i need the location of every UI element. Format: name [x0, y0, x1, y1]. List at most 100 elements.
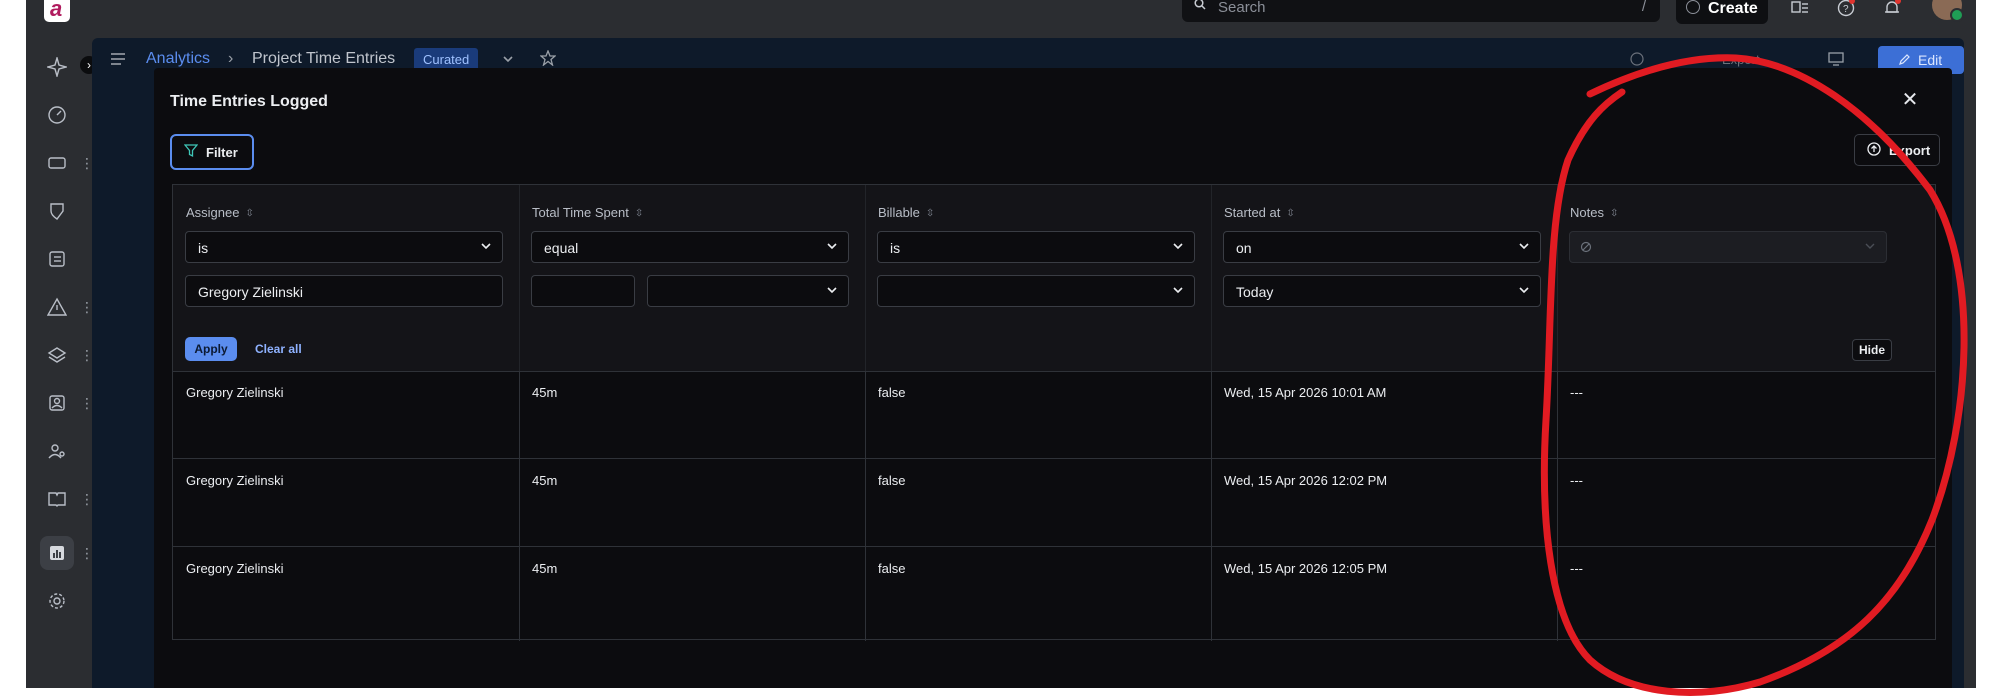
rail-item-menu[interactable]: ⋮	[80, 156, 94, 170]
filter-label: Filter	[206, 145, 238, 160]
menu-icon[interactable]	[110, 52, 126, 66]
cell-assignee: Gregory Zielinski	[186, 561, 284, 576]
column-divider	[865, 185, 866, 371]
cell-started-at: Wed, 15 Apr 2026 10:01 AM	[1224, 385, 1387, 400]
ticket-icon[interactable]	[40, 146, 74, 180]
pencil-icon	[1899, 54, 1910, 65]
column-header-label: Assignee	[186, 205, 240, 220]
cell-billable: false	[878, 561, 906, 576]
sort-icon[interactable]: ⇳	[635, 208, 643, 219]
cell-billable: false	[878, 385, 906, 400]
checklist-icon[interactable]	[40, 242, 74, 276]
sort-icon[interactable]: ⇳	[926, 208, 934, 219]
report-icon[interactable]	[40, 536, 74, 570]
table-row[interactable]: Gregory Zielinski 45m false Wed, 15 Apr …	[173, 547, 1935, 635]
rail-item-menu[interactable]: ⋮	[80, 396, 94, 410]
time-operator-select[interactable]: equal	[531, 231, 849, 263]
page-title: Project Time Entries	[252, 50, 396, 67]
apply-button[interactable]: Apply	[185, 337, 237, 361]
rail-item-menu[interactable]: ⋮	[80, 300, 94, 314]
cell-notes: ---	[1570, 561, 1583, 576]
help-icon[interactable]: ?	[1836, 0, 1856, 18]
export-label: Export	[1889, 143, 1931, 158]
chevron-down-icon	[1173, 287, 1183, 294]
select-value: equal	[544, 240, 579, 256]
table-row[interactable]: Gregory Zielinski 45m false Wed, 15 Apr …	[173, 459, 1935, 547]
rail-item-menu[interactable]: ⋮	[80, 348, 94, 362]
contacts-icon[interactable]	[1790, 0, 1810, 18]
warning-icon[interactable]	[40, 290, 74, 324]
sparkle-icon[interactable]	[40, 50, 74, 84]
create-button[interactable]: Create	[1676, 0, 1768, 24]
assignee-value-input[interactable]: Gregory Zielinski	[185, 275, 503, 307]
select-value: Today	[1236, 284, 1274, 300]
book-icon[interactable]	[40, 482, 74, 516]
star-icon[interactable]	[540, 50, 556, 66]
cell-total-time: 45m	[532, 561, 558, 576]
rail-item-menu[interactable]: ⋮	[80, 546, 94, 560]
rail-item-menu[interactable]: ⋮	[80, 492, 94, 506]
people-icon[interactable]	[40, 434, 74, 468]
cell-assignee: Gregory Zielinski	[186, 473, 284, 488]
cell-total-time: 45m	[532, 473, 558, 488]
settings-icon[interactable]	[40, 584, 74, 618]
time-entries-table: Assignee ⇳ Total Time Spent ⇳ Billable ⇳ St…	[172, 184, 1936, 641]
filter-panel: Assignee ⇳ Total Time Spent ⇳ Billable ⇳ St…	[173, 185, 1935, 372]
create-label: Create	[1708, 0, 1758, 17]
column-header-notes[interactable]: Notes ⇳	[1570, 205, 1618, 220]
page-export-label[interactable]: Export	[1722, 52, 1760, 67]
cell-billable: false	[878, 473, 906, 488]
chevron-down-icon	[1173, 243, 1183, 250]
time-unit-select[interactable]	[647, 275, 849, 307]
started-at-value-select[interactable]: Today	[1223, 275, 1541, 307]
column-header-started-at[interactable]: Started at ⇳	[1224, 205, 1295, 220]
chevron-down-icon	[827, 287, 837, 294]
column-header-total-time[interactable]: Total Time Spent ⇳	[532, 205, 643, 220]
avatar[interactable]	[1932, 0, 1964, 22]
sort-icon[interactable]: ⇳	[1286, 208, 1294, 219]
close-icon[interactable]: ✕	[1900, 90, 1920, 110]
app-window: a Search / Create ? ⋮ ⋮ ⋮ ⋮ ⋮ ⋮ › Analyt…	[26, 0, 1976, 688]
filter-icon	[184, 144, 198, 158]
logo-glyph: a	[50, 0, 63, 21]
sort-icon[interactable]: ⇳	[1610, 208, 1618, 219]
filter-button[interactable]: Filter	[170, 134, 254, 170]
cell-started-at: Wed, 15 Apr 2026 12:02 PM	[1224, 473, 1388, 488]
left-rail: ⋮ ⋮ ⋮ ⋮ ⋮ ⋮	[26, 34, 94, 688]
column-divider	[1211, 185, 1212, 371]
sort-icon[interactable]: ⇳	[245, 208, 253, 219]
column-header-billable[interactable]: Billable ⇳	[878, 205, 934, 220]
chevron-down-icon	[1865, 243, 1875, 249]
export-button[interactable]: Export	[1854, 134, 1940, 166]
chevron-down-icon	[1519, 287, 1529, 294]
top-bar: a Search / Create ?	[26, 0, 1976, 34]
gauge-icon[interactable]	[40, 98, 74, 132]
bell-icon[interactable]	[1882, 0, 1902, 18]
monitor-icon[interactable]	[1828, 52, 1844, 66]
app-logo[interactable]: a	[44, 0, 70, 22]
search-placeholder: Search	[1218, 0, 1266, 16]
column-header-label: Total Time Spent	[532, 205, 629, 220]
chevron-down-icon	[481, 243, 491, 250]
billable-operator-select[interactable]: is	[877, 231, 1195, 263]
input-value: Gregory Zielinski	[198, 284, 304, 300]
shield-icon[interactable]	[40, 194, 74, 228]
clear-all-link[interactable]: Clear all	[255, 342, 302, 356]
table-row[interactable]: Gregory Zielinski 45m false Wed, 15 Apr …	[173, 371, 1935, 459]
info-icon[interactable]	[1630, 52, 1644, 66]
breadcrumb-root[interactable]: Analytics	[146, 50, 210, 68]
cell-total-time: 45m	[532, 385, 558, 400]
chevron-down-icon[interactable]	[502, 54, 514, 64]
column-header-assignee[interactable]: Assignee ⇳	[186, 205, 254, 220]
time-value-input[interactable]	[531, 275, 635, 307]
contact-icon[interactable]	[40, 386, 74, 420]
layers-icon[interactable]	[40, 338, 74, 372]
disabled-icon	[1580, 241, 1592, 253]
started-at-operator-select[interactable]: on	[1223, 231, 1541, 263]
assignee-operator-select[interactable]: is	[185, 231, 503, 263]
hide-filters-button[interactable]: Hide	[1852, 339, 1892, 361]
search-input[interactable]: Search /	[1182, 0, 1660, 22]
billable-value-select[interactable]	[877, 275, 1195, 307]
chevron-down-icon	[827, 243, 837, 250]
breadcrumb-separator: ›	[228, 50, 234, 67]
